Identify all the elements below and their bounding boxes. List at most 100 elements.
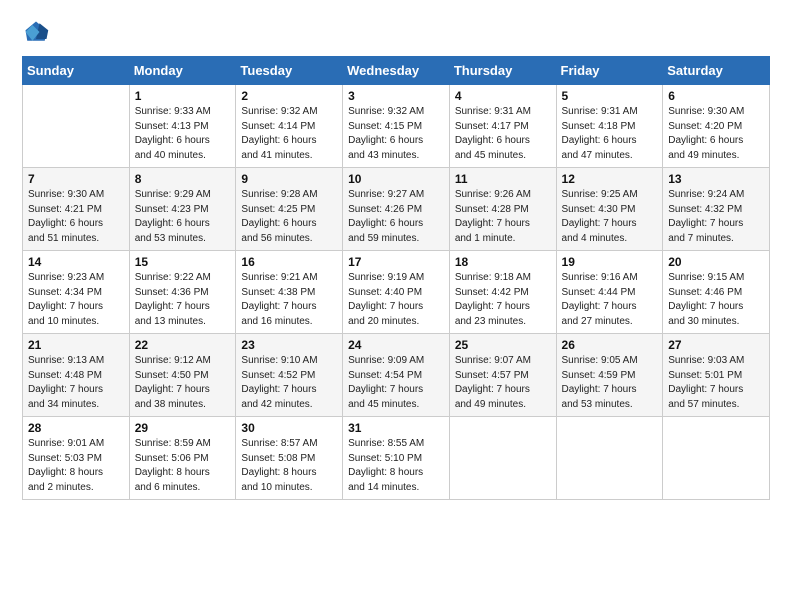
- col-header-saturday: Saturday: [663, 57, 770, 85]
- day-cell: 28 Sunrise: 9:01 AM Sunset: 5:03 PM Dayli…: [23, 417, 130, 500]
- day-info: Sunrise: 9:07 AM Sunset: 4:57 PM Dayligh…: [455, 354, 551, 412]
- day-cell: 17 Sunrise: 9:19 AM Sunset: 4:40 PM Dayli…: [343, 251, 450, 334]
- day-cell: 20 Sunrise: 9:15 AM Sunset: 4:46 PM Dayli…: [663, 251, 770, 334]
- day-cell: 12Sunrise: 9:25 AM Sunset: 4:30 PM Dayli…: [556, 168, 663, 251]
- day-info: Sunrise: 9:18 AM Sunset: 4:42 PM Dayligh…: [455, 271, 551, 329]
- header-row: SundayMondayTuesdayWednesdayThursdayFrid…: [23, 57, 770, 85]
- day-number: 4: [455, 89, 551, 103]
- day-cell: 21 Sunrise: 9:13 AM Sunset: 4:48 PM Dayli…: [23, 334, 130, 417]
- day-info: Sunrise: 8:59 AM Sunset: 5:06 PM Dayligh…: [135, 437, 231, 495]
- day-cell: 3 Sunrise: 9:32 AM Sunset: 4:15 PM Daylig…: [343, 85, 450, 168]
- col-header-tuesday: Tuesday: [236, 57, 343, 85]
- day-info: Sunrise: 9:25 AM Sunset: 4:30 PM Dayligh…: [562, 188, 658, 246]
- day-number: 22: [135, 338, 231, 352]
- day-info: Sunrise: 9:30 AM Sunset: 4:20 PM Dayligh…: [668, 105, 764, 163]
- day-info: Sunrise: 9:10 AM Sunset: 4:52 PM Dayligh…: [241, 354, 337, 412]
- day-info: Sunrise: 9:16 AM Sunset: 4:44 PM Dayligh…: [562, 271, 658, 329]
- day-cell: [23, 85, 130, 168]
- day-info: Sunrise: 9:33 AM Sunset: 4:13 PM Dayligh…: [135, 105, 231, 163]
- day-info: Sunrise: 9:24 AM Sunset: 4:32 PM Dayligh…: [668, 188, 764, 246]
- day-info: Sunrise: 9:01 AM Sunset: 5:03 PM Dayligh…: [28, 437, 124, 495]
- day-number: 27: [668, 338, 764, 352]
- day-cell: 13 Sunrise: 9:24 AM Sunset: 4:32 PM Dayli…: [663, 168, 770, 251]
- day-info: Sunrise: 9:15 AM Sunset: 4:46 PM Dayligh…: [668, 271, 764, 329]
- day-cell: 10 Sunrise: 9:27 AM Sunset: 4:26 PM Dayli…: [343, 168, 450, 251]
- day-number: 1: [135, 89, 231, 103]
- day-info: Sunrise: 8:55 AM Sunset: 5:10 PM Dayligh…: [348, 437, 444, 495]
- day-number: 16: [241, 255, 337, 269]
- day-cell: 1 Sunrise: 9:33 AM Sunset: 4:13 PM Daylig…: [129, 85, 236, 168]
- day-number: 21: [28, 338, 124, 352]
- day-info: Sunrise: 9:31 AM Sunset: 4:17 PM Dayligh…: [455, 105, 551, 163]
- day-number: 7: [28, 172, 124, 186]
- week-row-0: 1 Sunrise: 9:33 AM Sunset: 4:13 PM Daylig…: [23, 85, 770, 168]
- logo-icon: [22, 18, 50, 46]
- day-number: 17: [348, 255, 444, 269]
- day-cell: 5 Sunrise: 9:31 AM Sunset: 4:18 PM Daylig…: [556, 85, 663, 168]
- day-number: 3: [348, 89, 444, 103]
- day-info: Sunrise: 9:13 AM Sunset: 4:48 PM Dayligh…: [28, 354, 124, 412]
- day-cell: 24Sunrise: 9:09 AM Sunset: 4:54 PM Dayli…: [343, 334, 450, 417]
- week-row-3: 21 Sunrise: 9:13 AM Sunset: 4:48 PM Dayli…: [23, 334, 770, 417]
- day-number: 30: [241, 421, 337, 435]
- day-number: 31: [348, 421, 444, 435]
- day-info: Sunrise: 9:05 AM Sunset: 4:59 PM Dayligh…: [562, 354, 658, 412]
- day-info: Sunrise: 8:57 AM Sunset: 5:08 PM Dayligh…: [241, 437, 337, 495]
- day-cell: 23Sunrise: 9:10 AM Sunset: 4:52 PM Dayli…: [236, 334, 343, 417]
- day-number: 19: [562, 255, 658, 269]
- day-number: 26: [562, 338, 658, 352]
- col-header-friday: Friday: [556, 57, 663, 85]
- day-cell: 26 Sunrise: 9:05 AM Sunset: 4:59 PM Dayli…: [556, 334, 663, 417]
- day-info: Sunrise: 9:28 AM Sunset: 4:25 PM Dayligh…: [241, 188, 337, 246]
- week-row-2: 14 Sunrise: 9:23 AM Sunset: 4:34 PM Dayli…: [23, 251, 770, 334]
- day-number: 5: [562, 89, 658, 103]
- day-cell: 14 Sunrise: 9:23 AM Sunset: 4:34 PM Dayli…: [23, 251, 130, 334]
- calendar-table: SundayMondayTuesdayWednesdayThursdayFrid…: [22, 56, 770, 500]
- day-cell: 8 Sunrise: 9:29 AM Sunset: 4:23 PM Daylig…: [129, 168, 236, 251]
- day-number: 18: [455, 255, 551, 269]
- day-number: 29: [135, 421, 231, 435]
- day-info: Sunrise: 9:32 AM Sunset: 4:15 PM Dayligh…: [348, 105, 444, 163]
- day-number: 10: [348, 172, 444, 186]
- day-number: 9: [241, 172, 337, 186]
- col-header-wednesday: Wednesday: [343, 57, 450, 85]
- day-cell: [449, 417, 556, 500]
- day-info: Sunrise: 9:26 AM Sunset: 4:28 PM Dayligh…: [455, 188, 551, 246]
- day-cell: 16Sunrise: 9:21 AM Sunset: 4:38 PM Dayli…: [236, 251, 343, 334]
- col-header-thursday: Thursday: [449, 57, 556, 85]
- header: [22, 18, 770, 46]
- day-cell: 27 Sunrise: 9:03 AM Sunset: 5:01 PM Dayli…: [663, 334, 770, 417]
- day-cell: [556, 417, 663, 500]
- day-number: 8: [135, 172, 231, 186]
- day-info: Sunrise: 9:19 AM Sunset: 4:40 PM Dayligh…: [348, 271, 444, 329]
- day-cell: 18 Sunrise: 9:18 AM Sunset: 4:42 PM Dayli…: [449, 251, 556, 334]
- day-cell: 31 Sunrise: 8:55 AM Sunset: 5:10 PM Dayli…: [343, 417, 450, 500]
- col-header-sunday: Sunday: [23, 57, 130, 85]
- day-number: 28: [28, 421, 124, 435]
- day-cell: 30 Sunrise: 8:57 AM Sunset: 5:08 PM Dayli…: [236, 417, 343, 500]
- day-info: Sunrise: 9:31 AM Sunset: 4:18 PM Dayligh…: [562, 105, 658, 163]
- day-info: Sunrise: 9:03 AM Sunset: 5:01 PM Dayligh…: [668, 354, 764, 412]
- day-info: Sunrise: 9:32 AM Sunset: 4:14 PM Dayligh…: [241, 105, 337, 163]
- day-info: Sunrise: 9:27 AM Sunset: 4:26 PM Dayligh…: [348, 188, 444, 246]
- day-cell: 2Sunrise: 9:32 AM Sunset: 4:14 PM Daylig…: [236, 85, 343, 168]
- day-number: 15: [135, 255, 231, 269]
- day-cell: 4 Sunrise: 9:31 AM Sunset: 4:17 PM Daylig…: [449, 85, 556, 168]
- day-cell: [663, 417, 770, 500]
- page: SundayMondayTuesdayWednesdayThursdayFrid…: [0, 0, 792, 512]
- day-cell: 19 Sunrise: 9:16 AM Sunset: 4:44 PM Dayli…: [556, 251, 663, 334]
- week-row-4: 28 Sunrise: 9:01 AM Sunset: 5:03 PM Dayli…: [23, 417, 770, 500]
- day-cell: 22 Sunrise: 9:12 AM Sunset: 4:50 PM Dayli…: [129, 334, 236, 417]
- day-number: 13: [668, 172, 764, 186]
- day-number: 14: [28, 255, 124, 269]
- day-cell: 11Sunrise: 9:26 AM Sunset: 4:28 PM Dayli…: [449, 168, 556, 251]
- logo: [22, 18, 54, 46]
- day-info: Sunrise: 9:23 AM Sunset: 4:34 PM Dayligh…: [28, 271, 124, 329]
- day-info: Sunrise: 9:12 AM Sunset: 4:50 PM Dayligh…: [135, 354, 231, 412]
- day-cell: 15Sunrise: 9:22 AM Sunset: 4:36 PM Dayli…: [129, 251, 236, 334]
- day-number: 20: [668, 255, 764, 269]
- day-number: 6: [668, 89, 764, 103]
- day-info: Sunrise: 9:29 AM Sunset: 4:23 PM Dayligh…: [135, 188, 231, 246]
- day-cell: 29 Sunrise: 8:59 AM Sunset: 5:06 PM Dayli…: [129, 417, 236, 500]
- day-cell: 9 Sunrise: 9:28 AM Sunset: 4:25 PM Daylig…: [236, 168, 343, 251]
